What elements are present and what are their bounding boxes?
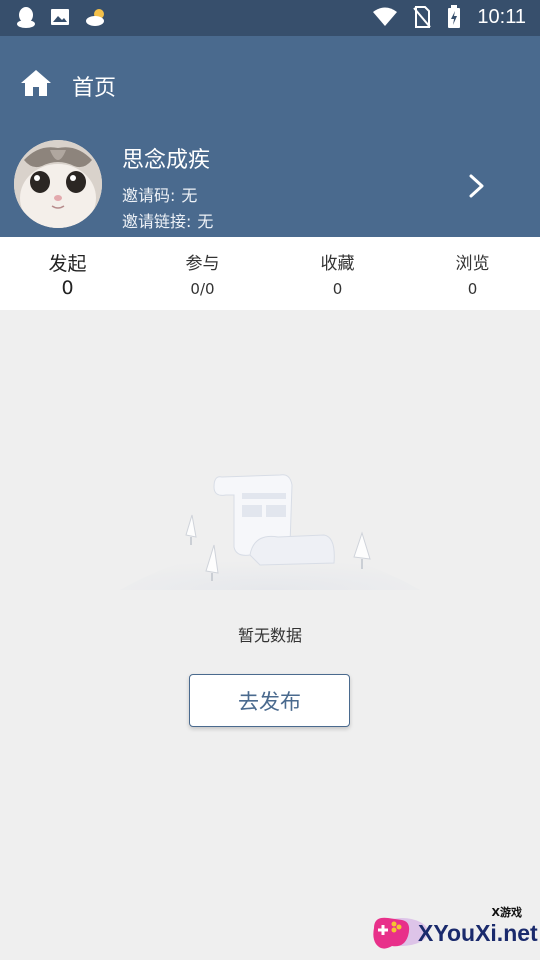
status-bar: 10:11 [0, 0, 540, 36]
profile-header: 首页 思念成疾 邀请码: 无 邀请链接: 无 [0, 36, 540, 237]
watermark-small-text: X游戏 [491, 906, 522, 919]
wifi-icon [373, 7, 398, 26]
cat-avatar-image [14, 140, 102, 228]
weather-icon [86, 9, 104, 26]
stat-initiated[interactable]: 发起 0 [0, 237, 135, 310]
qq-notification-icon [17, 7, 35, 28]
image-notification-icon [51, 9, 69, 25]
stat-label: 浏览 [455, 254, 490, 274]
battery-icon [448, 5, 461, 28]
stat-label: 发起 [48, 253, 87, 275]
no-sim-icon [413, 6, 432, 28]
username: 思念成疾 [122, 148, 211, 173]
stat-value: 0 [61, 277, 74, 299]
watermark-big-text: XYouXi.net [418, 920, 538, 946]
avatar[interactable] [14, 140, 102, 228]
invite-code-value: 无 [181, 186, 198, 205]
stat-value: 0 [467, 280, 478, 298]
site-watermark: X游戏 XYouXi.net [368, 898, 538, 960]
invite-link-row: 邀请链接: 无 [122, 208, 213, 232]
invite-link-label: 邀请链接: [122, 212, 192, 231]
page-title: 首页 [72, 76, 117, 101]
stat-value: 0 [332, 280, 343, 298]
home-icon[interactable] [20, 68, 52, 98]
stat-views[interactable]: 浏览 0 [405, 237, 540, 310]
stat-label: 参与 [185, 254, 220, 274]
chevron-right-icon[interactable] [466, 172, 488, 200]
stat-value: 0/0 [190, 280, 215, 298]
stat-label: 收藏 [320, 254, 355, 274]
empty-state-text: 暂无数据 [237, 626, 302, 645]
invite-link-value: 无 [197, 212, 214, 231]
invite-code-row: 邀请码: 无 [122, 182, 197, 206]
invite-code-label: 邀请码: [122, 186, 176, 205]
stat-favorites[interactable]: 收藏 0 [270, 237, 405, 310]
stat-participated[interactable]: 参与 0/0 [135, 237, 270, 310]
status-time: 10:11 [477, 5, 526, 28]
empty-state-illustration [120, 474, 420, 590]
publish-button[interactable]: 去发布 [189, 674, 350, 727]
stats-bar: 发起 0 参与 0/0 收藏 0 浏览 0 [0, 237, 540, 310]
